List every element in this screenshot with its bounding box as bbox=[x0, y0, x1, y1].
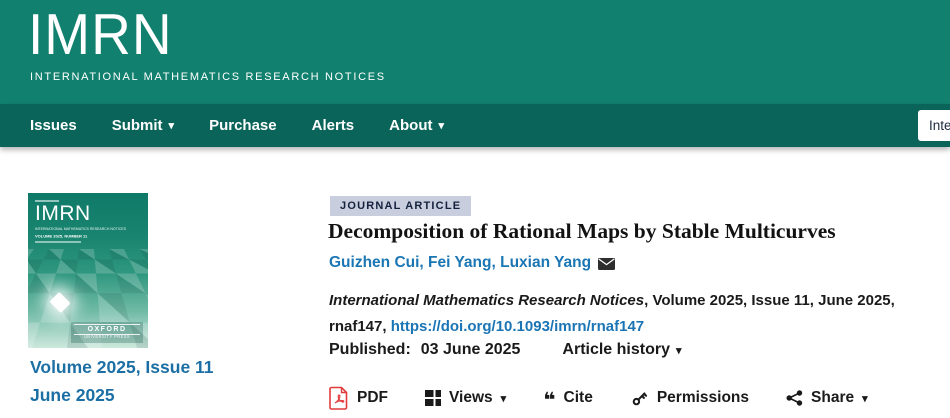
pdf-button[interactable]: PDF bbox=[329, 386, 388, 410]
oxford-press-logo: OXFORD UNIVERSITY PRESS bbox=[71, 322, 143, 343]
cover-logo: IMRN bbox=[35, 202, 91, 226]
grid-views-icon bbox=[425, 390, 441, 406]
published-date: 03 June 2025 bbox=[421, 341, 521, 359]
article-action-bar: PDF Views ▾ ❝ Cite bbox=[329, 386, 868, 410]
nav-item-issues[interactable]: Issues bbox=[30, 117, 77, 134]
nav-item-label: Alerts bbox=[312, 117, 355, 134]
article-history-label: Article history bbox=[562, 341, 670, 359]
views-label: Views bbox=[449, 389, 493, 407]
citation-volume-issue: , Volume 2025, Issue 11, June 2025, bbox=[644, 292, 895, 309]
journal-logo[interactable]: IMRN bbox=[28, 0, 173, 69]
permissions-label: Permissions bbox=[657, 389, 749, 407]
cite-label: Cite bbox=[564, 389, 593, 407]
issue-cover-image[interactable]: IMRN INTERNATIONAL MATHEMATICS RESEARCH … bbox=[28, 193, 148, 348]
cover-subtitle: INTERNATIONAL MATHEMATICS RESEARCH NOTIC… bbox=[35, 227, 126, 231]
published-label: Published: bbox=[329, 341, 411, 359]
issue-link[interactable]: Volume 2025, Issue 11 June 2025 bbox=[30, 353, 250, 409]
page: IMRN INTERNATIONAL MATHEMATICS RESEARCH … bbox=[0, 0, 950, 418]
nav-item-purchase[interactable]: Purchase bbox=[209, 117, 277, 134]
key-permissions-icon bbox=[630, 389, 649, 408]
permissions-button[interactable]: Permissions bbox=[630, 389, 749, 408]
author-names-link[interactable]: Guizhen Cui, Fei Yang, Luxian Yang bbox=[329, 254, 591, 272]
share-label: Share bbox=[811, 389, 854, 407]
nav-item-label: Submit bbox=[112, 117, 163, 134]
cover-url-placeholder bbox=[35, 241, 81, 243]
cite-button[interactable]: ❝ Cite bbox=[543, 389, 593, 407]
journal-tagline: INTERNATIONAL MATHEMATICS RESEARCH NOTIC… bbox=[30, 71, 386, 83]
chevron-down-icon: ▾ bbox=[438, 121, 444, 132]
nav-item-label: About bbox=[389, 117, 432, 134]
journal-search-input[interactable] bbox=[918, 110, 950, 141]
nav-item-label: Issues bbox=[30, 117, 77, 134]
article-history-toggle[interactable]: Article history ▾ bbox=[562, 341, 681, 359]
article-title: Decomposition of Rational Maps by Stable… bbox=[328, 219, 938, 244]
chevron-down-icon: ▾ bbox=[676, 346, 682, 357]
cover-volume-line: VOLUME 2025, NUMBER 11 bbox=[35, 234, 87, 239]
issue-link-line1: Volume 2025, Issue 11 bbox=[30, 353, 250, 381]
nav-item-label: Purchase bbox=[209, 117, 277, 134]
citation-journal-name: International Mathematics Research Notic… bbox=[329, 292, 644, 309]
share-icon bbox=[786, 390, 803, 406]
author-list: Guizhen Cui, Fei Yang, Luxian Yang bbox=[329, 254, 615, 272]
envelope-icon[interactable] bbox=[598, 258, 615, 270]
chevron-down-icon: ▾ bbox=[862, 394, 868, 405]
pdf-label: PDF bbox=[357, 389, 388, 407]
main-nav: Issues Submit ▾ Purchase Alerts About ▾ bbox=[0, 104, 950, 147]
chevron-down-icon: ▾ bbox=[169, 121, 175, 132]
nav-item-about[interactable]: About ▾ bbox=[389, 117, 444, 134]
citation-article-id: rnaf147, bbox=[329, 318, 387, 335]
nav-list: Issues Submit ▾ Purchase Alerts About ▾ bbox=[0, 104, 950, 147]
views-button[interactable]: Views ▾ bbox=[425, 389, 506, 407]
quote-cite-icon: ❝ bbox=[543, 393, 555, 407]
share-button[interactable]: Share ▾ bbox=[786, 389, 868, 407]
issue-link-line2: June 2025 bbox=[30, 381, 250, 409]
doi-link[interactable]: https://doi.org/10.1093/imrn/rnaf147 bbox=[391, 318, 644, 335]
article-type-badge: JOURNAL ARTICLE bbox=[330, 196, 471, 216]
oxford-logo-line1: OXFORD bbox=[74, 324, 140, 335]
journal-header: IMRN INTERNATIONAL MATHEMATICS RESEARCH … bbox=[0, 0, 950, 104]
nav-item-submit[interactable]: Submit ▾ bbox=[112, 117, 174, 134]
oxford-logo-line2: UNIVERSITY PRESS bbox=[84, 335, 130, 339]
chevron-down-icon: ▾ bbox=[501, 394, 507, 405]
nav-item-alerts[interactable]: Alerts bbox=[312, 117, 355, 134]
publication-info-row: Published: 03 June 2025 Article history … bbox=[329, 341, 682, 359]
citation-line: International Mathematics Research Notic… bbox=[329, 288, 939, 339]
pdf-icon bbox=[329, 386, 349, 410]
